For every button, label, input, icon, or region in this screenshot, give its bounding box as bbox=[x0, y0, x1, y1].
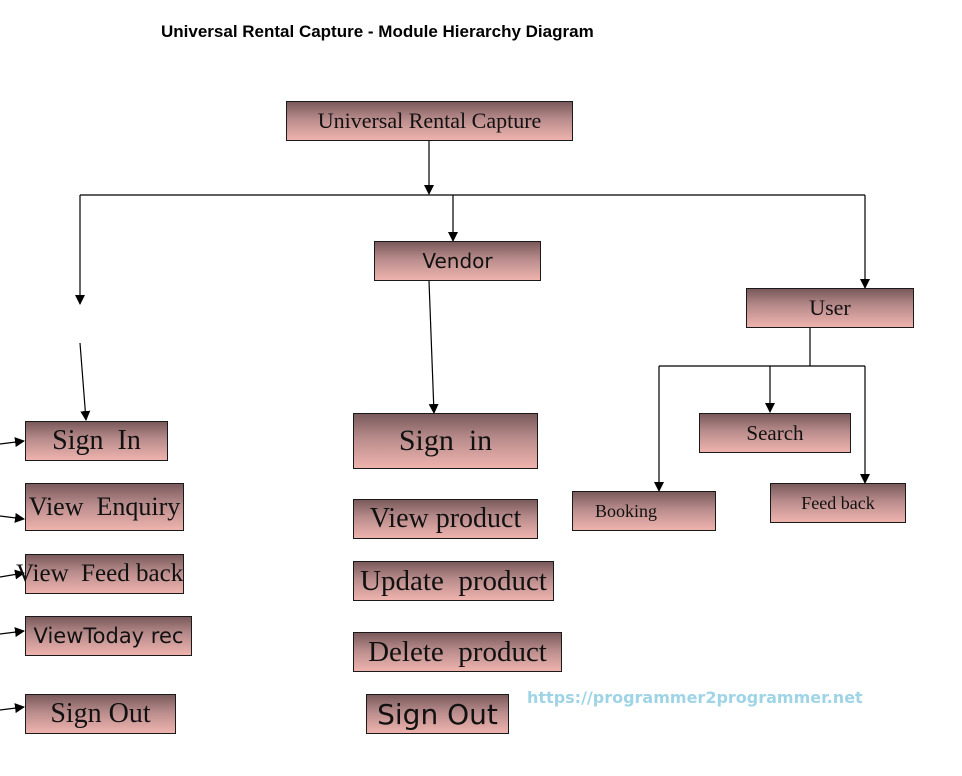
node-admin-view-feedback: View Feed back bbox=[16, 554, 184, 594]
node-vendor-update-product: Update product bbox=[353, 561, 554, 601]
node-vendor-view-product: View product bbox=[353, 499, 538, 539]
node-user-feedback: Feed back bbox=[770, 483, 906, 523]
edge-left-to-view-today bbox=[0, 627, 25, 638]
node-user: User bbox=[746, 288, 914, 328]
edge-vendor-to-sign-in bbox=[428, 280, 439, 414]
edge-left-to-view-enquiry bbox=[0, 512, 25, 523]
edge-admin-to-sign-in bbox=[79, 342, 91, 421]
node-vendor-sign-in: Sign in bbox=[353, 413, 538, 469]
node-user-search: Search bbox=[699, 413, 851, 453]
node-vendor-sign-out: Sign Out bbox=[366, 694, 509, 734]
edge-left-to-sign-out bbox=[0, 703, 25, 714]
node-admin-sign-in: Sign In bbox=[25, 421, 168, 461]
node-vendor-delete-product: Delete product bbox=[353, 632, 562, 672]
node-root: Universal Rental Capture bbox=[286, 101, 573, 141]
edge-left-to-sign-in bbox=[0, 437, 25, 448]
node-user-booking: Booking bbox=[572, 491, 716, 531]
watermark-url: https://programmer2programmer.net bbox=[527, 688, 863, 707]
node-admin-view-today: ViewToday rec bbox=[25, 616, 192, 656]
node-admin-sign-out: Sign Out bbox=[25, 694, 176, 734]
node-admin-view-feedback-label: View Feed back bbox=[16, 560, 184, 587]
node-vendor: Vendor bbox=[374, 241, 541, 281]
node-admin-view-enquiry: View Enquiry bbox=[25, 483, 184, 531]
